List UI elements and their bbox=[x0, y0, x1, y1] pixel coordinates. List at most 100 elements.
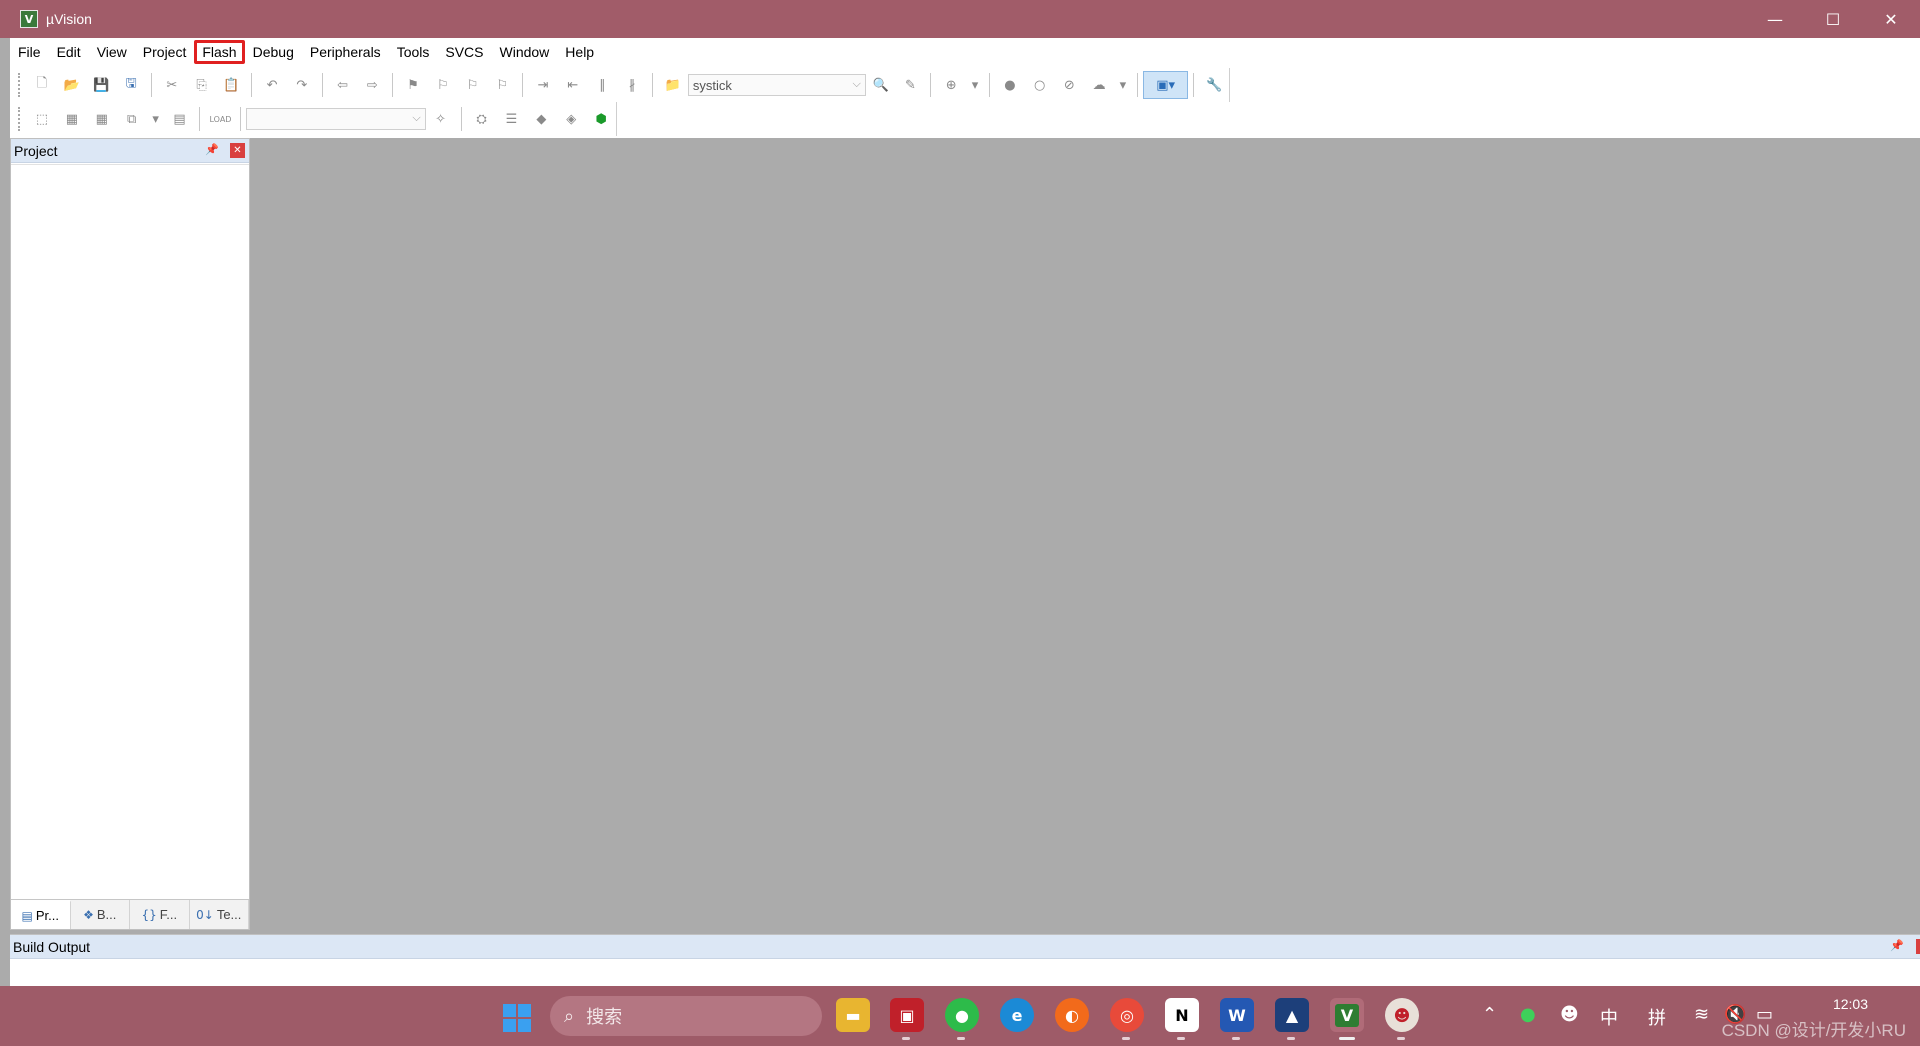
menu-edit[interactable]: Edit bbox=[49, 40, 89, 64]
window-layout-button[interactable]: ▣▾ bbox=[1142, 71, 1189, 99]
toolbar-separator bbox=[150, 73, 152, 97]
wechat-tray-icon[interactable]: ● bbox=[1520, 1004, 1536, 1025]
save-icon[interactable]: 💾 bbox=[90, 74, 112, 96]
uvision-app-icon[interactable]: V bbox=[20, 10, 38, 28]
minimize-button[interactable]: — bbox=[1746, 0, 1804, 38]
run-time-environment-icon[interactable]: ⬢ bbox=[590, 108, 612, 130]
navigate-back-icon[interactable]: ⇦ bbox=[332, 74, 354, 96]
kill-breakpoints-icon[interactable]: ⊘ bbox=[1058, 74, 1080, 96]
target-options-select[interactable]: ⌵ bbox=[246, 108, 426, 130]
indent-icon[interactable]: ⇥ bbox=[532, 74, 554, 96]
toolbar-separator bbox=[251, 73, 253, 97]
editor-area[interactable] bbox=[254, 138, 1920, 930]
close-button[interactable]: ✕ bbox=[1862, 0, 1920, 38]
translate-icon[interactable]: ⬚ bbox=[31, 108, 53, 130]
show-hidden-icons-chevron-icon[interactable]: ⌃ bbox=[1482, 1004, 1497, 1025]
cut-icon[interactable]: ✂ bbox=[161, 74, 183, 96]
load-download-icon[interactable]: LOAD bbox=[209, 108, 231, 130]
firefox-icon[interactable]: ◐ bbox=[1055, 998, 1089, 1032]
notion-icon[interactable]: N bbox=[1165, 998, 1199, 1040]
dropdown-arrow-icon[interactable]: ▾ bbox=[151, 108, 161, 130]
undo-icon[interactable]: ↶ bbox=[261, 74, 283, 96]
uvision-taskbar-icon[interactable]: V bbox=[1330, 998, 1364, 1040]
red-app-icon[interactable]: ▣ bbox=[890, 998, 924, 1040]
find-in-files-icon[interactable]: 📁 bbox=[662, 74, 684, 96]
configure-wrench-icon[interactable]: 🔧 bbox=[1203, 74, 1225, 96]
start-button[interactable] bbox=[503, 1004, 531, 1032]
file-extensions-icon[interactable]: ☰ bbox=[500, 108, 522, 130]
disable-breakpoint-icon[interactable]: ○ bbox=[1029, 74, 1051, 96]
project-tree[interactable] bbox=[11, 164, 249, 899]
toolbar-area: 🗋 📂 💾 🖫 ✂ ⎘ 📋 ↶ ↷ ⇦ ⇨ ⚑ ⚐ ⚐ ⚐ ⇥ ⇤ ∥ ∦ 📁 … bbox=[10, 66, 1920, 138]
running-indicator bbox=[902, 1037, 910, 1040]
dropdown-arrow-icon[interactable]: ▾ bbox=[1118, 74, 1128, 96]
select-packs-icon[interactable]: ◆ bbox=[530, 108, 552, 130]
wechat-icon[interactable]: ● bbox=[945, 998, 979, 1040]
rebuild-icon[interactable]: ▦ bbox=[91, 108, 113, 130]
incremental-find-icon[interactable]: ✎ bbox=[900, 74, 922, 96]
ime-chinese-indicator[interactable]: 中 bbox=[1600, 1004, 1618, 1030]
menu-window[interactable]: Window bbox=[492, 40, 558, 64]
menu-flash[interactable]: Flash bbox=[194, 40, 245, 64]
breakpoint-icon[interactable]: ● bbox=[999, 74, 1021, 96]
chrome-icon[interactable]: ◎ bbox=[1110, 998, 1144, 1040]
new-file-icon[interactable]: 🗋 bbox=[31, 74, 53, 96]
wifi-icon[interactable]: ≋ bbox=[1694, 1004, 1709, 1025]
unindent-icon[interactable]: ⇤ bbox=[562, 74, 584, 96]
menu-file[interactable]: File bbox=[10, 40, 49, 64]
options-for-target-icon[interactable]: ✧ bbox=[430, 108, 452, 130]
batch-build-icon[interactable]: ⧉ bbox=[121, 108, 143, 130]
target-select[interactable]: systick ⌵ bbox=[687, 74, 866, 96]
manage-components-icon[interactable]: ⛭ bbox=[471, 108, 493, 130]
bookmark-icon[interactable]: ⚑ bbox=[402, 74, 424, 96]
window-controls: — ☐ ✕ bbox=[1746, 0, 1920, 38]
find-icon[interactable]: 🔍 bbox=[870, 74, 892, 96]
edge-browser-icon[interactable]: e bbox=[1000, 998, 1034, 1032]
stop-build-icon[interactable]: ▤ bbox=[169, 108, 191, 130]
uncomment-icon[interactable]: ∦ bbox=[621, 74, 643, 96]
toolbar-grip[interactable] bbox=[18, 107, 21, 131]
pin-icon[interactable]: 📌 bbox=[1890, 939, 1904, 952]
taskbar-search[interactable]: ⌕ 搜索 bbox=[550, 996, 822, 1036]
tab-project[interactable]: ▤ Pr... bbox=[11, 900, 71, 929]
pin-icon[interactable]: 📌 bbox=[205, 143, 219, 156]
chevron-down-icon: ⌵ bbox=[412, 111, 421, 124]
toolbar-grip[interactable] bbox=[18, 73, 21, 97]
menu-view[interactable]: View bbox=[89, 40, 135, 64]
tab-templates[interactable]: 0↓ Te... bbox=[190, 900, 249, 929]
mascot-app-icon[interactable]: ☻ bbox=[1385, 998, 1419, 1040]
running-indicator bbox=[1339, 1037, 1355, 1040]
next-bookmark-icon[interactable]: ⚐ bbox=[462, 74, 484, 96]
menu-tools[interactable]: Tools bbox=[389, 40, 438, 64]
file-explorer-icon[interactable]: ▬ bbox=[836, 998, 870, 1032]
tab-books[interactable]: ❖ B... bbox=[71, 900, 130, 929]
navigate-forward-icon[interactable]: ⇨ bbox=[361, 74, 383, 96]
clear-bookmarks-icon[interactable]: ⚐ bbox=[491, 74, 513, 96]
word-icon[interactable]: W bbox=[1220, 998, 1254, 1040]
qq-tray-icon[interactable]: ☻ bbox=[1560, 1004, 1579, 1025]
app-icon[interactable]: ▲ bbox=[1275, 998, 1309, 1040]
comment-icon[interactable]: ∥ bbox=[592, 74, 614, 96]
pack-installer-icon[interactable]: ◈ bbox=[560, 108, 582, 130]
open-folder-icon[interactable]: 📂 bbox=[61, 74, 83, 96]
close-icon[interactable]: ✕ bbox=[230, 143, 245, 158]
save-all-icon[interactable]: 🖫 bbox=[120, 74, 142, 96]
debug-settings-icon[interactable]: ☁ bbox=[1088, 74, 1110, 96]
zoom-search-icon[interactable]: ⊕ bbox=[940, 74, 962, 96]
tab-functions[interactable]: {} F... bbox=[130, 900, 190, 929]
menu-debug[interactable]: Debug bbox=[245, 40, 302, 64]
taskbar-clock[interactable]: 12:03 bbox=[1833, 996, 1868, 1012]
build-icon[interactable]: ▦ bbox=[61, 108, 83, 130]
paste-icon[interactable]: 📋 bbox=[220, 74, 242, 96]
menu-help[interactable]: Help bbox=[557, 40, 602, 64]
ime-pinyin-indicator[interactable]: 拼 bbox=[1648, 1004, 1666, 1030]
prev-bookmark-icon[interactable]: ⚐ bbox=[432, 74, 454, 96]
dropdown-arrow-icon[interactable]: ▾ bbox=[970, 74, 980, 96]
menu-peripherals[interactable]: Peripherals bbox=[302, 40, 389, 64]
redo-icon[interactable]: ↷ bbox=[291, 74, 313, 96]
copy-icon[interactable]: ⎘ bbox=[191, 74, 213, 96]
menu-project[interactable]: Project bbox=[135, 40, 195, 64]
menu-svcs[interactable]: SVCS bbox=[437, 40, 491, 64]
close-icon[interactable] bbox=[1916, 939, 1920, 954]
maximize-button[interactable]: ☐ bbox=[1804, 0, 1862, 38]
